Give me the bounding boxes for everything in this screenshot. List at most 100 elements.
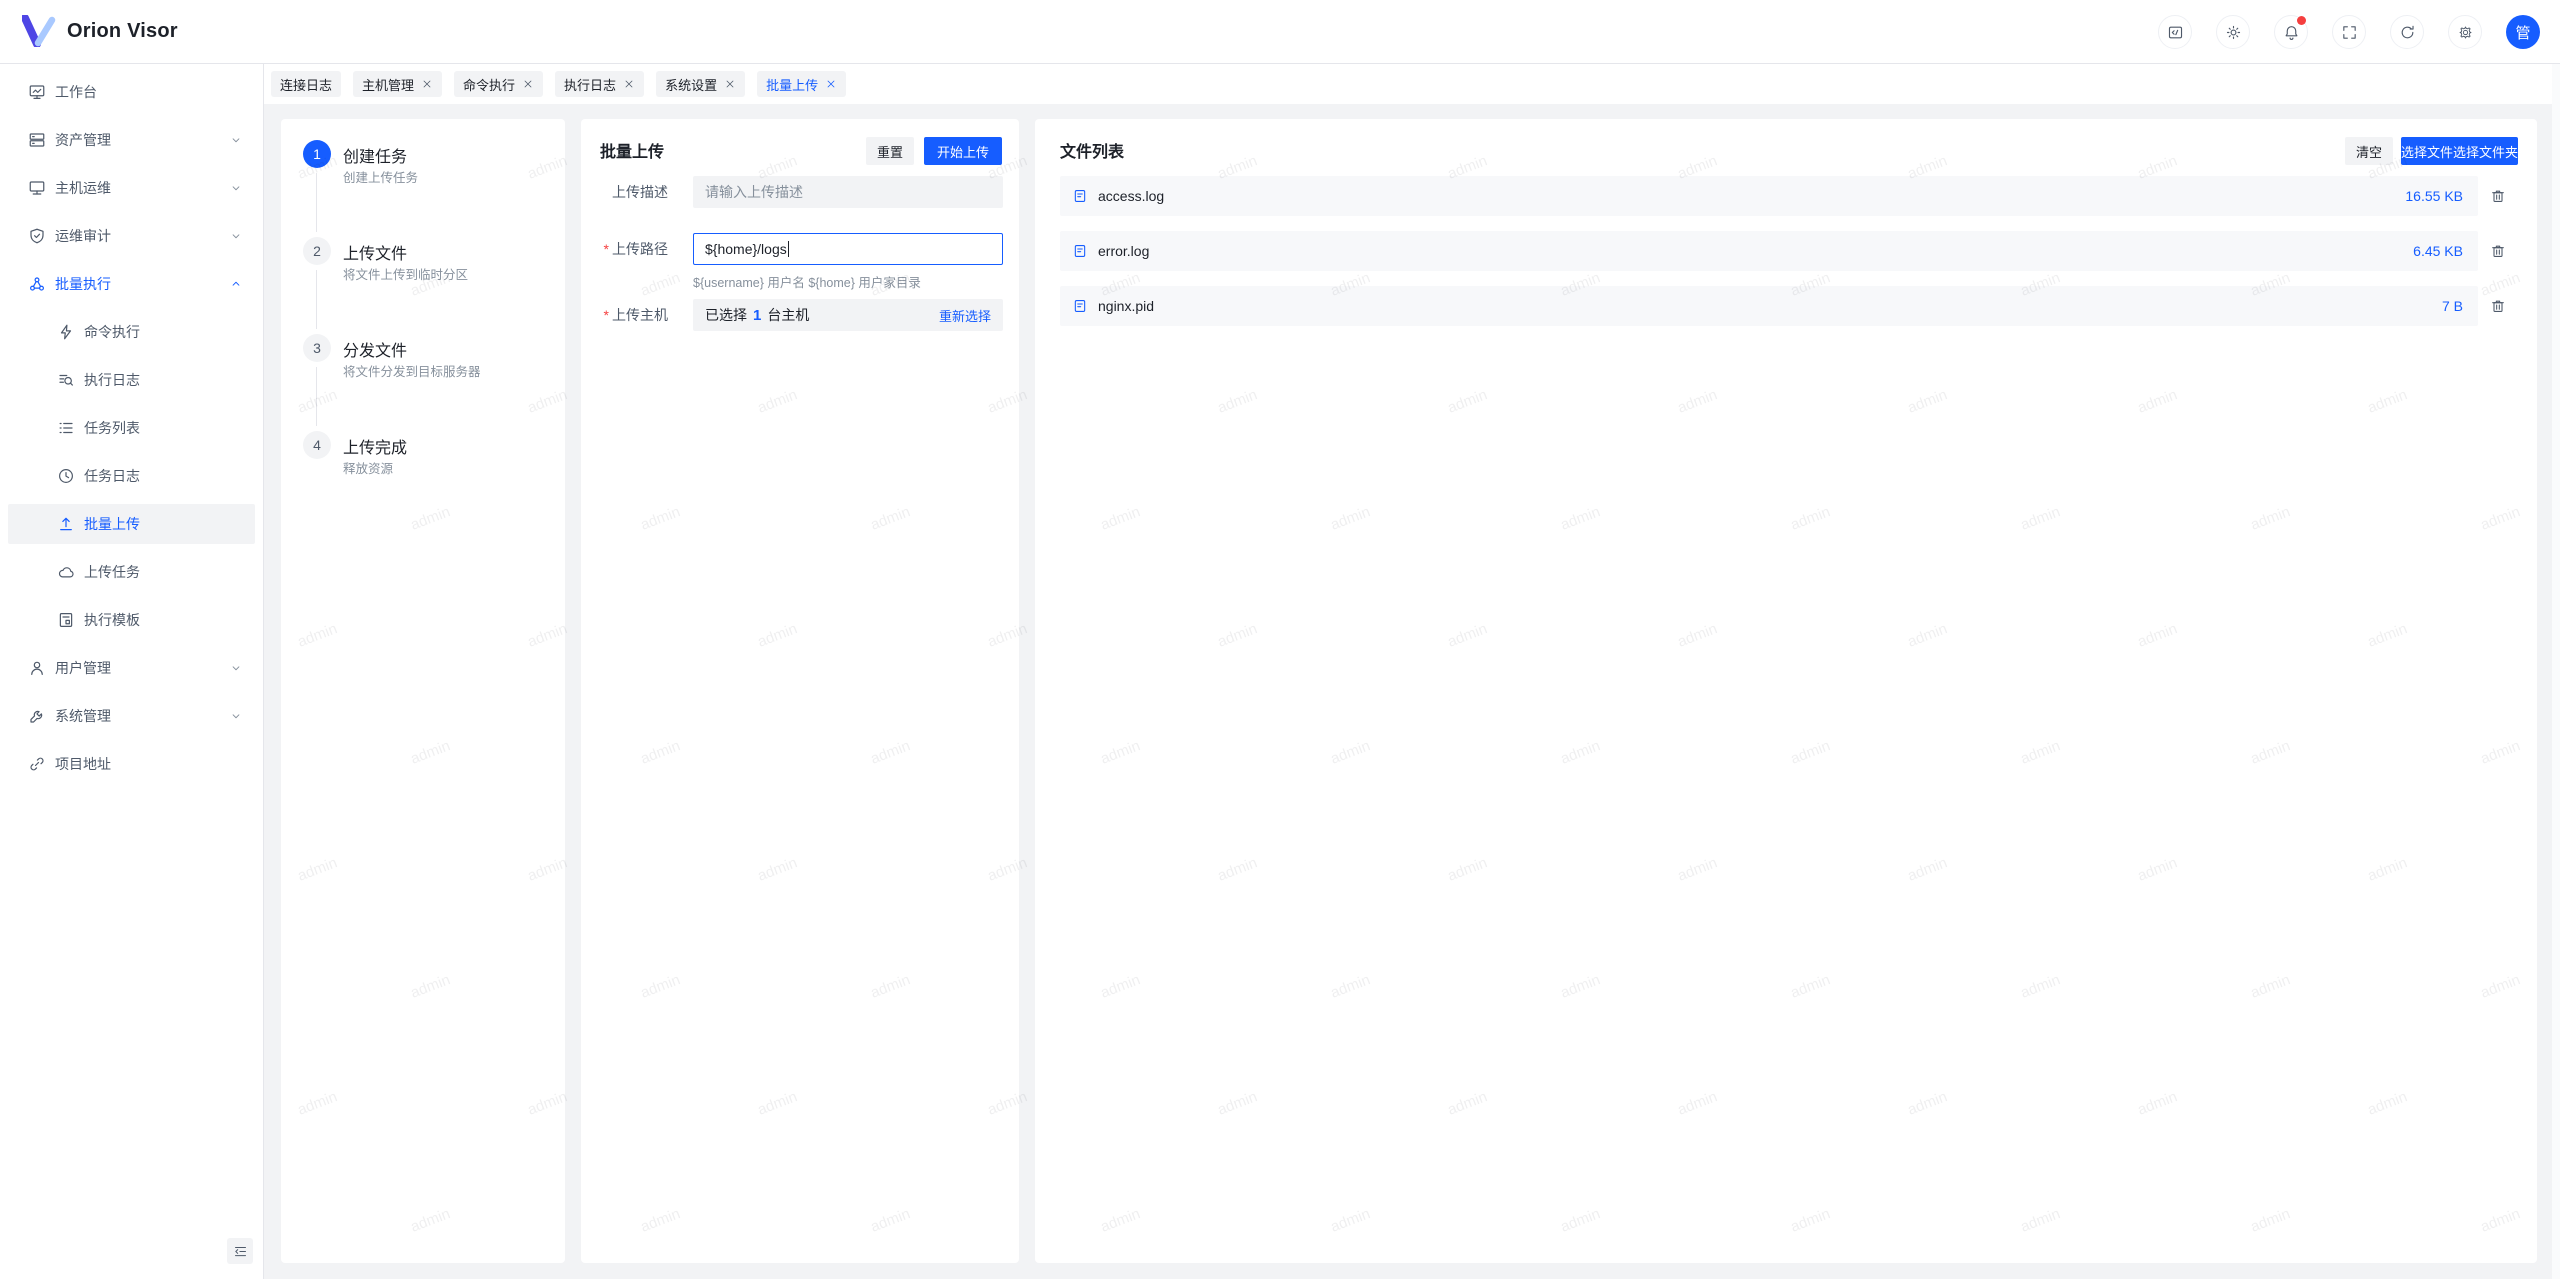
tab-system-settings[interactable]: 系统设置 [656,71,745,97]
close-icon[interactable] [825,78,837,90]
file-icon [1072,243,1088,259]
batch-exec-icon [28,275,46,293]
required-asterisk: * [604,241,609,257]
upload-icon [57,515,75,533]
file-name: error.log [1098,243,1149,259]
logo-v-icon [22,15,56,47]
step-title: 上传文件 [343,240,407,264]
sidebar-item-audit[interactable]: 运维审计 [8,216,255,256]
close-icon[interactable] [623,78,635,90]
reselect-hosts-link[interactable]: 重新选择 [939,306,991,325]
select-file-button[interactable]: 选择文件 [2401,137,2453,165]
wrench-icon [28,707,46,725]
refresh-icon[interactable] [2390,15,2424,49]
file-name: access.log [1098,188,1164,204]
required-asterisk: * [604,307,609,323]
selected-host-count: 1 [753,307,761,324]
main-content: 1 创建任务 创建上传任务 2 上传文件 将文件上传到临时分区 3 分发文件 将… [264,104,2560,1279]
tab-exec-log[interactable]: 执行日志 [555,71,644,97]
step-description: 释放资源 [343,458,393,477]
step-title: 分发文件 [343,337,407,361]
cloud-icon [57,563,75,581]
sidebar-item-task-log[interactable]: 任务日志 [8,456,255,496]
file-size: 6.45 KB [2413,243,2463,259]
select-folder-button[interactable]: 选择文件夹 [2453,137,2518,165]
tab-connect-log[interactable]: 连接日志 [271,71,341,97]
delete-file-icon[interactable] [2490,243,2506,259]
close-icon[interactable] [421,78,433,90]
step-number: 2 [303,237,331,265]
link-icon [28,755,46,773]
chevron-down-icon [229,229,243,243]
sidebar-item-assets[interactable]: 资产管理 [8,120,255,160]
avatar[interactable]: 管 [2506,15,2540,49]
notification-bell-icon[interactable] [2274,15,2308,49]
dashboard-icon [28,83,46,101]
form-row-hosts: *上传主机 已选择 1 台主机 重新选择 [581,299,1019,331]
step-connector [316,270,317,329]
app-title: Orion Visor [67,20,178,43]
tab-command-exec[interactable]: 命令执行 [454,71,543,97]
step-connector [316,173,317,232]
host-icon [28,179,46,197]
file-name: nginx.pid [1098,298,1154,314]
app-header: Orion Visor 管 [0,0,2560,64]
template-icon [57,611,75,629]
step-number: 4 [303,431,331,459]
select-buttons-group: 选择文件 选择文件夹 [2401,137,2518,165]
user-icon [28,659,46,677]
text-caret [788,241,790,257]
sidebar-item-batch-upload[interactable]: 批量上传 [8,504,255,544]
delete-file-icon[interactable] [2490,188,2506,204]
file-list-panel: 文件列表 清空 选择文件 选择文件夹 access.log 16.55 KB e… [1035,119,2537,1263]
sidebar: 工作台 资产管理 主机运维 运维审计 批量执行 命令执行 执行日志 任务列表 任… [0,64,264,1279]
sidebar-item-workbench[interactable]: 工作台 [8,72,255,112]
file-list-actions: 清空 选择文件 选择文件夹 [2345,137,2518,165]
sidebar-menu: 工作台 资产管理 主机运维 运维审计 批量执行 命令执行 执行日志 任务列表 任… [0,64,263,784]
delete-file-icon[interactable] [2490,298,2506,314]
sidebar-item-project-url[interactable]: 项目地址 [8,744,255,784]
sidebar-item-exec-log[interactable]: 执行日志 [8,360,255,400]
sidebar-item-upload-task[interactable]: 上传任务 [8,552,255,592]
code-editor-icon[interactable] [2158,15,2192,49]
reset-button[interactable]: 重置 [866,137,914,165]
sidebar-item-user-mgmt[interactable]: 用户管理 [8,648,255,688]
upload-description-input[interactable] [693,176,1003,208]
notification-badge [2297,16,2306,25]
fullscreen-icon[interactable] [2332,15,2366,49]
tab-batch-upload[interactable]: 批量上传 [757,71,846,97]
start-upload-button[interactable]: 开始上传 [924,137,1002,165]
app-logo: Orion Visor [22,15,178,47]
form-row-path: *上传路径 ${home}/logs [581,233,1019,265]
step-description: 创建上传任务 [343,167,418,186]
close-icon[interactable] [724,78,736,90]
sidebar-item-task-list[interactable]: 任务列表 [8,408,255,448]
sidebar-item-exec-template[interactable]: 执行模板 [8,600,255,640]
path-help-text: ${username} 用户名 ${home} 用户家目录 [693,272,921,291]
tab-host-mgmt[interactable]: 主机管理 [353,71,442,97]
sidebar-item-batch-exec[interactable]: 批量执行 [8,264,255,304]
sidebar-item-command-exec[interactable]: 命令执行 [8,312,255,352]
clock-icon [57,467,75,485]
form-actions: 重置 开始上传 [866,137,1002,165]
clear-button[interactable]: 清空 [2345,137,2393,165]
form-row-description: 上传描述 [581,176,1019,208]
step-number: 1 [303,140,331,168]
upload-path-input[interactable]: ${home}/logs [693,233,1003,265]
sidebar-collapse-button[interactable] [227,1238,253,1264]
file-size: 16.55 KB [2405,188,2463,204]
upload-path-value: ${home}/logs [705,241,787,257]
sidebar-item-system-mgmt[interactable]: 系统管理 [8,696,255,736]
settings-gear-icon[interactable] [2448,15,2482,49]
header-actions: 管 [2158,15,2540,49]
sidebar-item-host-ops[interactable]: 主机运维 [8,168,255,208]
file-row: nginx.pid 7 B [1060,286,2478,326]
theme-icon[interactable] [2216,15,2250,49]
lightning-icon [57,323,75,341]
hosts-label: *上传主机 [581,299,668,331]
file-row: error.log 6.45 KB [1060,231,2478,271]
step-connector [316,367,317,426]
close-icon[interactable] [522,78,534,90]
steps-panel: 1 创建任务 创建上传任务 2 上传文件 将文件上传到临时分区 3 分发文件 将… [281,119,565,1263]
scrollbar-track[interactable] [2552,64,2560,1279]
